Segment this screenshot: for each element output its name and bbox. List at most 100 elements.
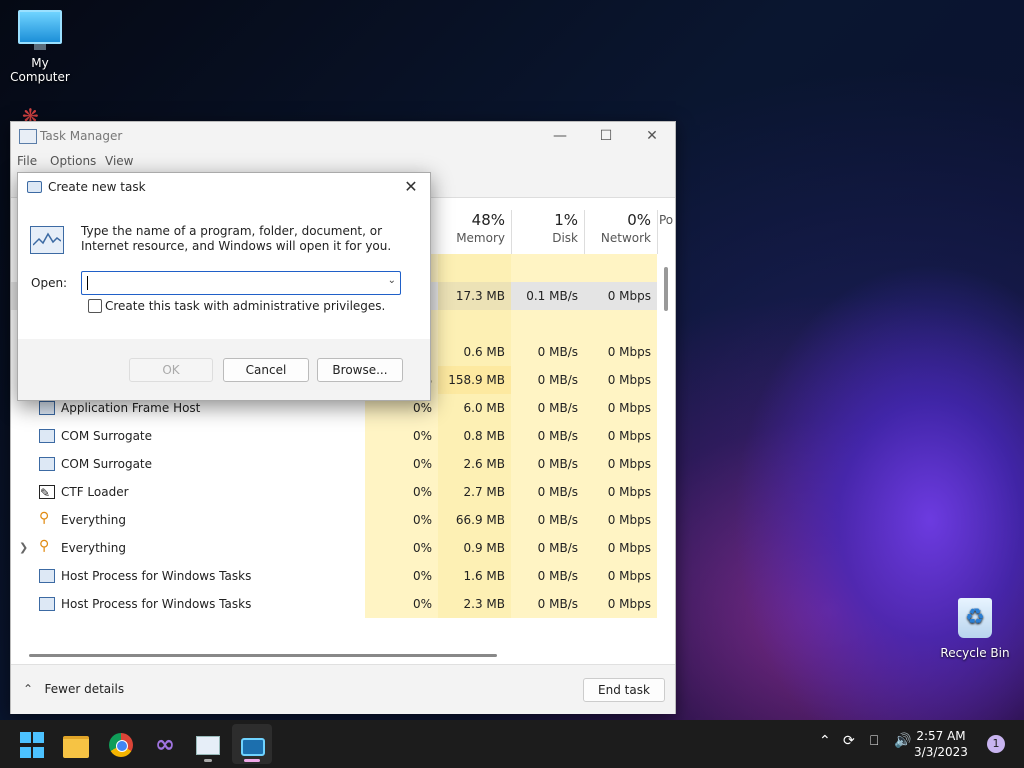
table-row[interactable]: 0% 2.6 MB 0 MB/s 0 Mbps COM Surrogate <box>11 450 657 478</box>
cpu-cell: 0% <box>365 478 438 506</box>
open-label: Open: <box>31 276 68 290</box>
close-button[interactable]: ✕ <box>629 122 675 150</box>
desktop-icon-recycle-bin[interactable]: ♻ Recycle Bin <box>935 598 1015 660</box>
task-manager-taskbar-button[interactable] <box>194 731 222 759</box>
network-cell: 0 Mbps <box>584 590 657 618</box>
cpu-cell: 0% <box>365 534 438 562</box>
menu-file[interactable]: File <box>17 154 37 168</box>
chrome-button[interactable] <box>107 731 135 759</box>
table-row[interactable]: 0% 0.9 MB 0 MB/s 0 Mbps ⚲ Everything ❯ <box>11 534 657 562</box>
pen-icon: ✎ <box>39 485 55 500</box>
memory-cell: 6.0 MB <box>438 394 511 422</box>
column-header-disk[interactable]: 1% Disk <box>511 198 584 254</box>
browse-button[interactable]: Browse... <box>317 358 403 382</box>
app-window-icon <box>39 569 55 583</box>
magnifier-icon: ⚲ <box>39 538 50 554</box>
memory-percent: 48% <box>471 211 505 229</box>
menu-options[interactable]: Options <box>50 154 96 168</box>
run-icon <box>27 181 42 193</box>
disk-cell: 0 MB/s <box>511 366 584 394</box>
cpu-cell: 0% <box>365 450 438 478</box>
vertical-scrollbar[interactable] <box>664 267 668 311</box>
cancel-button[interactable]: Cancel <box>223 358 309 382</box>
disk-cell: 0 MB/s <box>511 562 584 590</box>
network-cell: 0 Mbps <box>584 478 657 506</box>
cpu-cell: 0% <box>365 590 438 618</box>
memory-cell: 17.3 MB <box>438 282 511 310</box>
network-cell: 0 Mbps <box>584 394 657 422</box>
notification-badge[interactable]: 1 <box>987 735 1005 753</box>
my-computer-icon <box>18 10 62 50</box>
network-cell: 0 Mbps <box>584 562 657 590</box>
table-row[interactable]: 0% 2.7 MB 0 MB/s 0 Mbps ✎ CTF Loader <box>11 478 657 506</box>
file-explorer-button[interactable] <box>63 731 91 759</box>
menu-view[interactable]: View <box>105 154 133 168</box>
network-icon[interactable]: ⎕ <box>870 733 878 749</box>
disk-label: Disk <box>552 231 578 245</box>
table-row[interactable]: 0% 66.9 MB 0 MB/s 0 Mbps ⚲ Everything <box>11 506 657 534</box>
ok-button[interactable]: OK <box>129 358 213 382</box>
app-window-icon <box>39 597 55 611</box>
run-dialog-taskbar-button[interactable] <box>238 731 266 759</box>
disk-cell: 0 MB/s <box>511 422 584 450</box>
network-cell: 0 Mbps <box>584 534 657 562</box>
recycle-bin-icon: ♻ <box>958 598 992 638</box>
disk-cell: 0.1 MB/s <box>511 282 584 310</box>
chevron-right-icon[interactable]: ❯ <box>19 534 28 562</box>
network-cell: 0 Mbps <box>584 506 657 534</box>
active-indicator <box>244 759 260 762</box>
cpu-cell: 0% <box>365 422 438 450</box>
process-name: CTF Loader <box>61 485 129 499</box>
clock-time: 2:57 AM <box>916 729 966 743</box>
memory-cell: 0.6 MB <box>438 338 511 366</box>
network-cell <box>584 310 657 338</box>
horizontal-scrollbar[interactable] <box>29 654 497 657</box>
column-header-power[interactable]: Po <box>659 198 675 254</box>
dialog-title: Create new task <box>48 180 146 194</box>
disk-cell: 0 MB/s <box>511 478 584 506</box>
open-input[interactable]: ⌄ <box>81 271 401 295</box>
table-row[interactable]: 0% 2.3 MB 0 MB/s 0 Mbps Host Process for Win… <box>11 590 657 618</box>
memory-cell: 2.3 MB <box>438 590 511 618</box>
magnifier-icon: ⚲ <box>39 510 50 526</box>
memory-cell: 0.8 MB <box>438 422 511 450</box>
visual-studio-button[interactable]: ∞ <box>151 730 179 758</box>
end-task-button[interactable]: End task <box>583 678 665 702</box>
memory-cell <box>438 310 511 338</box>
table-row[interactable]: 0% 1.6 MB 0 MB/s 0 Mbps Host Process for Win… <box>11 562 657 590</box>
chevron-down-icon[interactable]: ⌄ <box>388 275 396 286</box>
desktop-icon-label: My Computer <box>10 56 70 84</box>
app-window-icon <box>39 401 55 415</box>
dialog-title-bar[interactable]: Create new task ✕ <box>18 173 430 201</box>
process-name: Host Process for Windows Tasks <box>61 597 252 611</box>
desktop-icon-label: Recycle Bin <box>940 646 1010 660</box>
admin-privileges-label[interactable]: Create this task with administrative pri… <box>105 299 385 313</box>
memory-cell: 2.6 MB <box>438 450 511 478</box>
show-hidden-icons-button[interactable]: ⌃ <box>819 733 831 749</box>
clock-date: 3/3/2023 <box>914 745 968 759</box>
start-button[interactable] <box>19 731 49 761</box>
title-bar[interactable]: Task Manager — ☐ ✕ <box>11 122 675 150</box>
network-cell: 0 Mbps <box>584 450 657 478</box>
column-divider <box>584 210 585 254</box>
desktop-icon-my-computer[interactable]: My Computer <box>0 10 80 84</box>
network-cell: 0 Mbps <box>584 366 657 394</box>
column-header-network[interactable]: 0% Network <box>584 198 657 254</box>
table-row[interactable]: 0% 0.8 MB 0 MB/s 0 Mbps COM Surrogate <box>11 422 657 450</box>
fewer-details-label: Fewer details <box>44 682 125 696</box>
maximize-button[interactable]: ☐ <box>583 122 629 150</box>
task-manager-icon <box>19 129 37 144</box>
run-icon <box>241 738 265 756</box>
column-header-memory[interactable]: 48% Memory <box>438 198 511 254</box>
clock[interactable]: 2:57 AM 3/3/2023 <box>906 728 976 760</box>
disk-cell: 0 MB/s <box>511 534 584 562</box>
admin-privileges-checkbox[interactable] <box>88 299 102 313</box>
process-name: Everything <box>61 513 126 527</box>
minimize-button[interactable]: — <box>537 122 583 150</box>
dialog-close-button[interactable]: ✕ <box>400 176 422 198</box>
network-percent: 0% <box>627 211 651 229</box>
sync-icon[interactable]: ⟳ <box>843 733 855 749</box>
fewer-details-button[interactable]: ⌃ Fewer details <box>23 682 124 696</box>
power-percent <box>659 198 675 211</box>
network-cell: 0 Mbps <box>584 282 657 310</box>
